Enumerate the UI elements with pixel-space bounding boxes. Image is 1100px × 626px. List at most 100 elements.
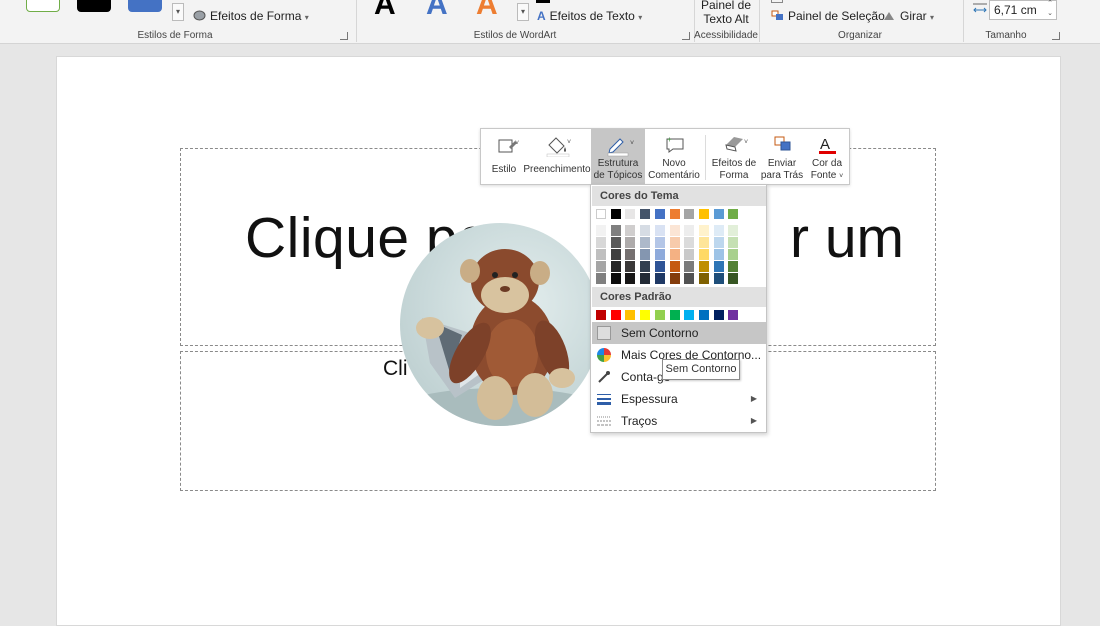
theme-shade-swatch[interactable] bbox=[728, 237, 739, 248]
theme-shade-swatch[interactable] bbox=[713, 249, 724, 260]
theme-color-swatch[interactable] bbox=[669, 209, 680, 219]
wordart-style-blue[interactable]: A bbox=[426, 0, 448, 20]
theme-shade-swatch[interactable] bbox=[640, 237, 651, 248]
text-effects-button[interactable]: A Efeitos de Texto ▾ bbox=[537, 9, 642, 23]
theme-shade-swatch[interactable] bbox=[684, 237, 695, 248]
fill-button[interactable]: ˅ Preenchimento bbox=[523, 129, 591, 186]
standard-color-swatch[interactable] bbox=[625, 310, 636, 320]
theme-shade-swatch[interactable] bbox=[640, 261, 651, 272]
shape-style-black[interactable] bbox=[77, 0, 111, 12]
theme-shade-swatch[interactable] bbox=[596, 261, 606, 272]
theme-shade-swatch[interactable] bbox=[610, 225, 621, 236]
width-input[interactable]: 6,71 cm ⌃ ⌄ bbox=[989, 0, 1057, 20]
theme-shade-swatch[interactable] bbox=[713, 225, 724, 236]
theme-shade-swatch[interactable] bbox=[596, 249, 606, 260]
theme-color-swatch[interactable] bbox=[698, 209, 709, 219]
wordart-more-button[interactable]: ▾ bbox=[517, 3, 529, 21]
theme-shade-swatch[interactable] bbox=[610, 237, 621, 248]
theme-shade-swatch[interactable] bbox=[684, 225, 695, 236]
no-outline-item[interactable]: Sem Contorno bbox=[592, 322, 766, 344]
theme-shade-swatch[interactable] bbox=[654, 237, 665, 248]
font-color-button[interactable]: A Cor da Fonte ˅ bbox=[805, 129, 849, 186]
theme-shade-swatch[interactable] bbox=[625, 237, 636, 248]
standard-color-swatch[interactable] bbox=[698, 310, 709, 320]
theme-shade-swatch[interactable] bbox=[654, 249, 665, 260]
theme-shade-swatch[interactable] bbox=[610, 261, 621, 272]
theme-shade-swatch[interactable] bbox=[640, 249, 651, 260]
text-fill-icon[interactable] bbox=[536, 0, 550, 3]
shape-styles-more-button[interactable]: ▾ bbox=[172, 3, 184, 21]
theme-shade-swatch[interactable] bbox=[669, 225, 680, 236]
shape-style-blue[interactable] bbox=[128, 0, 162, 12]
theme-shade-swatch[interactable] bbox=[596, 225, 606, 236]
wordart-style-black[interactable]: A bbox=[374, 0, 396, 20]
theme-color-swatch[interactable] bbox=[596, 209, 606, 219]
new-comment-button[interactable]: + Novo Comentário bbox=[647, 129, 701, 186]
theme-color-swatch[interactable] bbox=[625, 209, 636, 219]
style-button[interactable]: ˅ Estilo bbox=[485, 129, 523, 186]
theme-color-swatch[interactable] bbox=[610, 209, 621, 219]
theme-shade-swatch[interactable] bbox=[640, 225, 651, 236]
standard-color-swatch[interactable] bbox=[684, 310, 695, 320]
theme-shade-swatch[interactable] bbox=[625, 273, 636, 284]
theme-shade-swatch[interactable] bbox=[625, 225, 636, 236]
theme-shade-swatch[interactable] bbox=[728, 273, 739, 284]
theme-color-swatch[interactable] bbox=[684, 209, 695, 219]
send-backward-button[interactable]: Enviar para Trás bbox=[759, 129, 805, 186]
standard-color-swatch[interactable] bbox=[596, 310, 606, 320]
theme-shade-swatch[interactable] bbox=[610, 249, 621, 260]
theme-shade-swatch[interactable] bbox=[684, 273, 695, 284]
standard-color-swatch[interactable] bbox=[610, 310, 621, 320]
theme-shade-swatch[interactable] bbox=[596, 273, 606, 284]
dashes-item[interactable]: Traços ▶ bbox=[592, 410, 766, 432]
theme-shade-swatch[interactable] bbox=[684, 261, 695, 272]
size-launcher[interactable] bbox=[1052, 32, 1060, 40]
theme-shade-swatch[interactable] bbox=[669, 249, 680, 260]
theme-shade-swatch[interactable] bbox=[669, 273, 680, 284]
circular-picture[interactable] bbox=[400, 223, 600, 426]
theme-shade-swatch[interactable] bbox=[596, 237, 606, 248]
theme-color-swatch[interactable] bbox=[654, 209, 665, 219]
theme-shade-swatch[interactable] bbox=[684, 249, 695, 260]
theme-shade-swatch[interactable] bbox=[713, 273, 724, 284]
rotate-button[interactable]: Girar ▾ bbox=[883, 9, 934, 23]
theme-shade-swatch[interactable] bbox=[698, 225, 709, 236]
wordart-launcher[interactable] bbox=[682, 32, 690, 40]
theme-shade-swatch[interactable] bbox=[669, 261, 680, 272]
weight-item[interactable]: Espessura ▶ bbox=[592, 388, 766, 410]
shape-styles-launcher[interactable] bbox=[340, 32, 348, 40]
theme-shade-swatch[interactable] bbox=[669, 237, 680, 248]
shape-style-outline-green[interactable] bbox=[26, 0, 60, 12]
theme-shade-swatch[interactable] bbox=[654, 261, 665, 272]
theme-shade-swatch[interactable] bbox=[640, 273, 651, 284]
width-spinner-icon[interactable]: ⌃ ⌄ bbox=[1047, 0, 1053, 19]
theme-shade-swatch[interactable] bbox=[698, 261, 709, 272]
standard-color-swatch[interactable] bbox=[654, 310, 665, 320]
theme-color-swatch[interactable] bbox=[728, 209, 739, 219]
theme-shade-swatch[interactable] bbox=[713, 237, 724, 248]
standard-color-swatch[interactable] bbox=[713, 310, 724, 320]
theme-shade-swatch[interactable] bbox=[698, 273, 709, 284]
shape-effects-button[interactable]: Efeitos de Forma ▾ bbox=[193, 9, 309, 23]
outline-button[interactable]: ˅ Estrutura de Tópicos bbox=[591, 129, 645, 186]
theme-shade-swatch[interactable] bbox=[728, 225, 739, 236]
theme-shade-swatch[interactable] bbox=[728, 249, 739, 260]
theme-shade-swatch[interactable] bbox=[698, 237, 709, 248]
shape-effects-mini-button[interactable]: ˅ Efeitos de Forma bbox=[709, 129, 759, 186]
theme-shade-swatch[interactable] bbox=[698, 249, 709, 260]
selection-pane-button[interactable]: Painel de Seleção bbox=[771, 9, 885, 23]
theme-color-swatch[interactable] bbox=[640, 209, 651, 219]
alt-text-button[interactable]: Painel de Texto Alt bbox=[700, 0, 752, 26]
theme-shade-swatch[interactable] bbox=[625, 249, 636, 260]
theme-shade-swatch[interactable] bbox=[654, 225, 665, 236]
theme-color-swatch[interactable] bbox=[713, 209, 724, 219]
standard-color-swatch[interactable] bbox=[669, 310, 680, 320]
theme-shade-swatch[interactable] bbox=[713, 261, 724, 272]
theme-shade-swatch[interactable] bbox=[654, 273, 665, 284]
theme-shade-swatch[interactable] bbox=[625, 261, 636, 272]
standard-color-swatch[interactable] bbox=[640, 310, 651, 320]
standard-color-swatch[interactable] bbox=[728, 310, 739, 320]
theme-shade-swatch[interactable] bbox=[728, 261, 739, 272]
wordart-style-orange[interactable]: A bbox=[476, 0, 498, 20]
theme-shade-swatch[interactable] bbox=[610, 273, 621, 284]
